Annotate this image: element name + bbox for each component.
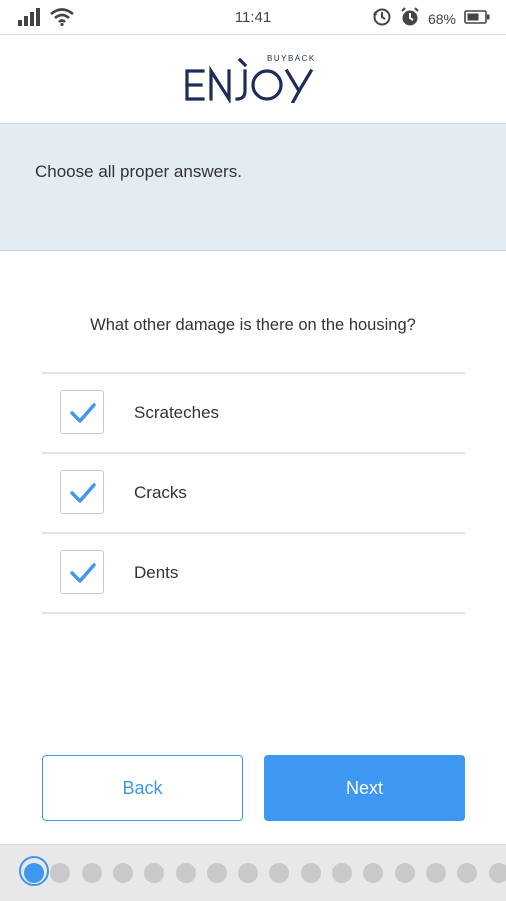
progress-dot	[113, 863, 133, 883]
progress-dot	[82, 863, 102, 883]
app-header: BUYBACK	[0, 35, 506, 124]
logo-graphic: BUYBACK	[183, 53, 323, 103]
progress-dot	[176, 863, 196, 883]
checkbox[interactable]	[60, 470, 104, 514]
progress-dot	[332, 863, 352, 883]
instruction-panel: Choose all proper answers.	[0, 124, 506, 251]
progress-dot	[207, 863, 227, 883]
instruction-text: Choose all proper answers.	[35, 162, 242, 182]
progress-dot	[395, 863, 415, 883]
battery-percent: 68%	[428, 11, 456, 27]
progress-dot	[457, 863, 477, 883]
question-text: What other damage is there on the housin…	[0, 316, 506, 335]
progress-dot	[301, 863, 321, 883]
progress-dot	[363, 863, 383, 883]
option-label: Cracks	[134, 483, 187, 503]
progress-dot	[238, 863, 258, 883]
checkbox[interactable]	[60, 390, 104, 434]
progress-dot	[144, 863, 164, 883]
status-right: 68%	[372, 7, 490, 30]
next-button[interactable]: Next	[264, 755, 465, 821]
enjoy-buyback-logo: BUYBACK	[0, 53, 506, 108]
option-label: Scrateches	[134, 403, 219, 423]
option-label: Dents	[134, 563, 178, 583]
progress-dot	[269, 863, 289, 883]
status-bar: 11:41 68%	[0, 0, 506, 35]
option-scratches[interactable]: Scrateches	[42, 374, 465, 454]
progress-dots	[0, 844, 506, 901]
answer-options-list: Scrateches Cracks Dents	[42, 372, 465, 614]
option-dents[interactable]: Dents	[42, 534, 465, 614]
option-cracks[interactable]: Cracks	[42, 454, 465, 534]
alarm-icon	[400, 7, 420, 30]
back-button[interactable]: Back	[42, 755, 243, 821]
progress-dot	[489, 863, 506, 883]
progress-dot	[24, 863, 44, 883]
progress-dot	[426, 863, 446, 883]
checkbox[interactable]	[60, 550, 104, 594]
checkmark-icon	[69, 481, 97, 505]
logo-subtext: BUYBACK	[267, 54, 316, 63]
checkmark-icon	[69, 401, 97, 425]
sync-icon	[372, 7, 392, 30]
progress-dot	[50, 863, 70, 883]
battery-icon	[464, 10, 490, 27]
checkmark-icon	[69, 561, 97, 585]
